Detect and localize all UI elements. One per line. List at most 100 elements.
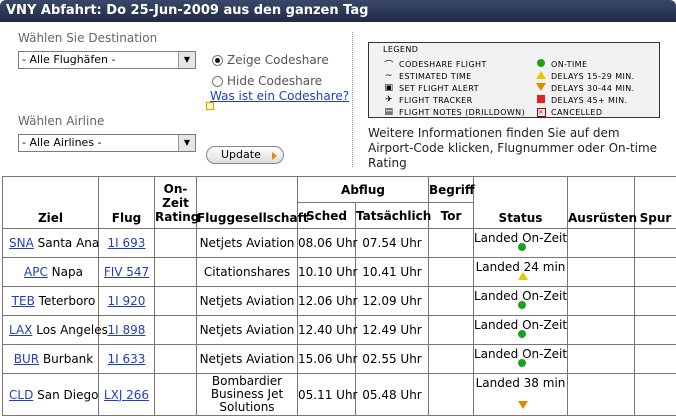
legend-item: DELAYS 45+ MIN. bbox=[535, 94, 635, 106]
status-cell: Landed 38 min bbox=[473, 373, 568, 416]
ontime-rating-cell bbox=[154, 228, 197, 258]
flight-cell: 1I 633 bbox=[98, 344, 155, 374]
chevron-down-icon[interactable]: ▼ bbox=[178, 135, 195, 151]
airport-code-link[interactable]: LAX bbox=[9, 323, 32, 337]
status-cell: Landed On-Zeit bbox=[473, 228, 568, 258]
estimated-time-icon: ~ bbox=[385, 71, 393, 81]
update-button[interactable]: Update bbox=[206, 146, 284, 164]
city-name: Santa Ana bbox=[37, 236, 100, 250]
airline-cell: Bombardier Business Jet Solutions bbox=[196, 373, 298, 416]
equipment-cell bbox=[567, 286, 635, 316]
equipment-cell bbox=[567, 315, 635, 345]
col-equipment: Ausrüsten bbox=[567, 176, 637, 229]
divider bbox=[352, 32, 353, 167]
flight-notes-icon: ▤ bbox=[384, 107, 394, 117]
airport-code-link[interactable]: BUR bbox=[14, 352, 39, 366]
city-name: Burbank bbox=[42, 352, 94, 366]
flight-number-link[interactable]: LXJ 266 bbox=[104, 388, 149, 402]
status-cell: Landed 24 min bbox=[473, 257, 568, 287]
table-row: CLD San Diego LXJ 266 Bombardier Business … bbox=[2, 373, 676, 416]
city-name: Napa bbox=[51, 265, 83, 279]
flight-number-link[interactable]: 1I 633 bbox=[108, 352, 146, 366]
airport-code-link[interactable]: APC bbox=[24, 265, 48, 279]
legend-left-column: ⌒ CODESHARE FLIGHT ~ ESTIMATED TIME ▣ SE… bbox=[383, 58, 525, 118]
legend-item: ON-TIME bbox=[535, 58, 635, 70]
legend-item: ~ ESTIMATED TIME bbox=[383, 70, 525, 82]
city-name: Teterboro bbox=[38, 294, 96, 308]
airport-code-link[interactable]: TEB bbox=[12, 294, 35, 308]
flight-tracker-icon: ✈ bbox=[385, 95, 393, 105]
col-ziel: Ziel bbox=[2, 176, 99, 229]
legend-item: DELAYS 30-44 MIN. bbox=[535, 82, 635, 94]
on-time-icon bbox=[518, 327, 526, 341]
on-time-icon bbox=[537, 58, 545, 67]
city-name: San Diego bbox=[37, 387, 99, 402]
airport-code-link[interactable]: CLD bbox=[9, 388, 33, 402]
col-ontime-rating: On-Zeit Rating bbox=[154, 176, 199, 229]
flight-cell: LXJ 266 bbox=[98, 373, 155, 416]
flight-number-link[interactable]: 1I 898 bbox=[108, 323, 146, 337]
legend-label: ESTIMATED TIME bbox=[399, 71, 472, 81]
hide-codeshare-label: Hide Codeshare bbox=[227, 74, 323, 88]
airline-select[interactable]: - Alle Airlines - ▼ bbox=[18, 134, 196, 152]
hide-codeshare-radio[interactable] bbox=[212, 75, 223, 87]
show-codeshare-label: Zeige Codeshare bbox=[227, 53, 329, 67]
info-text: Weitere Informationen finden Sie auf dem… bbox=[368, 126, 658, 170]
on-time-icon bbox=[518, 298, 526, 312]
sched-cell: 15.06 Uhr bbox=[297, 344, 358, 374]
legend-label: DELAYS 15-29 MIN. bbox=[551, 71, 635, 81]
destination-cell: BUR Burbank bbox=[2, 344, 99, 374]
ontime-rating-cell bbox=[154, 315, 197, 345]
track-cell bbox=[634, 257, 676, 287]
flight-cell: FIV 547 bbox=[98, 257, 155, 287]
status-cell: Landed On-Zeit bbox=[473, 286, 568, 316]
destination-select-value: - Alle Flughäfen - bbox=[22, 53, 116, 66]
filter-panel: Wählen Sie Destination - Alle Flughäfen … bbox=[0, 22, 676, 174]
codeshare-help-link[interactable]: Was ist ein Codeshare? bbox=[210, 89, 349, 103]
flight-cell: 1I 920 bbox=[98, 286, 155, 316]
delay-45-icon bbox=[537, 94, 545, 103]
update-button-label: Update bbox=[221, 148, 261, 161]
show-codeshare-radio[interactable] bbox=[212, 54, 223, 66]
flight-number-link[interactable]: FIV 547 bbox=[104, 265, 149, 279]
legend-label: DELAYS 30-44 MIN. bbox=[551, 83, 635, 93]
track-cell bbox=[634, 315, 676, 345]
col-begriff: Begriff bbox=[428, 176, 475, 203]
codeshare-icon: ⌒ bbox=[384, 60, 394, 71]
legend-item: × CANCELLED bbox=[535, 106, 635, 118]
destination-cell: CLD San Diego bbox=[2, 373, 99, 416]
show-codeshare-option[interactable]: Zeige Codeshare bbox=[212, 53, 329, 67]
airline-cell: Citationshares bbox=[196, 257, 298, 287]
legend-label: CODESHARE FLIGHT bbox=[399, 59, 487, 69]
ontime-rating-cell bbox=[154, 257, 197, 287]
equipment-cell bbox=[567, 373, 635, 416]
ontime-rating-cell bbox=[154, 286, 197, 316]
gate-cell bbox=[428, 373, 474, 416]
col-status: Status bbox=[473, 176, 568, 229]
flight-number-link[interactable]: 1I 920 bbox=[108, 294, 146, 308]
chevron-down-icon[interactable]: ▼ bbox=[178, 52, 195, 68]
airline-cell: Netjets Aviation bbox=[196, 286, 298, 316]
page-title: VNY Abfahrt: Do 25-Jun-2009 aus den ganz… bbox=[0, 0, 676, 22]
legend-title: LEGEND bbox=[383, 45, 419, 54]
destination-cell: SNA Santa Ana bbox=[2, 228, 100, 258]
legend-item: DELAYS 15-29 MIN. bbox=[535, 70, 635, 82]
destination-cell: LAX Los Angeles bbox=[2, 315, 108, 345]
sched-cell: 05.11 Uhr bbox=[297, 373, 358, 416]
airport-code-link[interactable]: SNA bbox=[9, 236, 34, 250]
destination-select[interactable]: - Alle Flughäfen - ▼ bbox=[18, 51, 196, 69]
track-cell bbox=[634, 228, 676, 258]
equipment-cell bbox=[567, 228, 635, 258]
flight-number-link[interactable]: 1I 693 bbox=[108, 236, 146, 250]
sched-cell: 10.10 Uhr bbox=[297, 257, 358, 287]
airline-select-value: - Alle Airlines - bbox=[22, 136, 102, 149]
airline-label: Wählen Airline bbox=[18, 114, 105, 128]
col-abflug: Abflug bbox=[297, 176, 429, 203]
legend-label: CANCELLED bbox=[551, 107, 603, 117]
hide-codeshare-option[interactable]: Hide Codeshare bbox=[212, 74, 322, 88]
legend-right-column: ON-TIME DELAYS 15-29 MIN. DELAYS 30-44 M… bbox=[535, 58, 635, 118]
destination-cell: APC Napa bbox=[2, 257, 99, 287]
track-cell bbox=[634, 286, 676, 316]
destination-label: Wählen Sie Destination bbox=[18, 31, 158, 45]
help-icon bbox=[206, 102, 214, 110]
